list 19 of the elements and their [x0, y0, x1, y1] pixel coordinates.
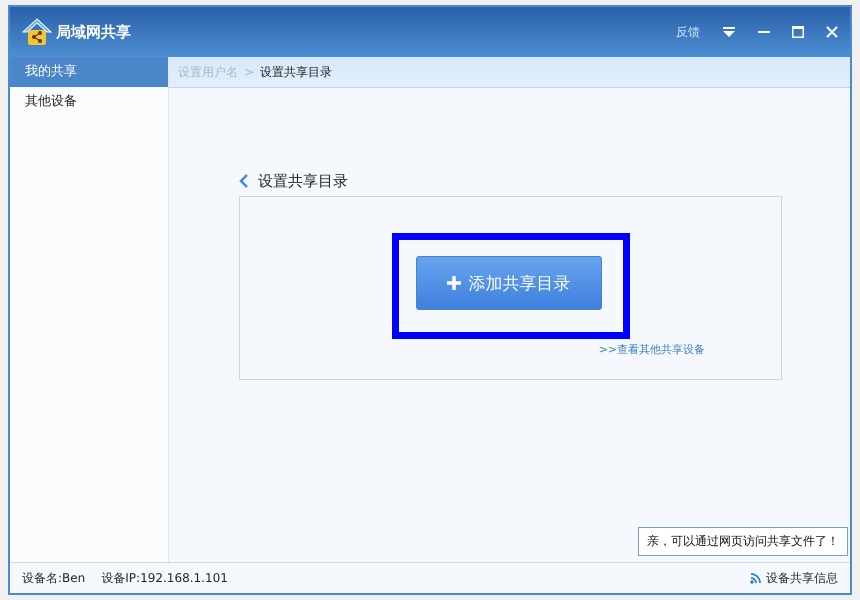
other-devices-link[interactable]: >>查看其他共享设备	[598, 342, 705, 357]
back-icon[interactable]	[239, 174, 249, 188]
maximize-icon[interactable]	[792, 26, 804, 38]
breadcrumb-item[interactable]: 设置共享目录	[260, 64, 332, 80]
feedback-link[interactable]: 反馈	[676, 24, 700, 40]
close-icon[interactable]	[826, 26, 838, 38]
add-folder-button[interactable]: 添加共享目录	[416, 256, 602, 310]
window-title: 局域网共享	[56, 22, 131, 42]
sidebar-item[interactable]: 其他设备	[10, 87, 168, 117]
dropdown-icon[interactable]	[722, 26, 736, 38]
device-name: 设备名:Ben	[22, 570, 86, 586]
plus-icon	[446, 276, 460, 290]
tooltip: 亲，可以通过网页访问共享文件了！	[638, 527, 848, 556]
sidebar-item[interactable]: 我的共享	[10, 57, 168, 87]
rss-icon[interactable]	[750, 572, 762, 584]
section-title: 设置共享目录	[258, 172, 348, 190]
house-share-icon	[22, 17, 52, 47]
share-info-link[interactable]: 设备共享信息	[766, 570, 838, 586]
device-ip: 设备IP:192.168.1.101	[101, 570, 228, 586]
